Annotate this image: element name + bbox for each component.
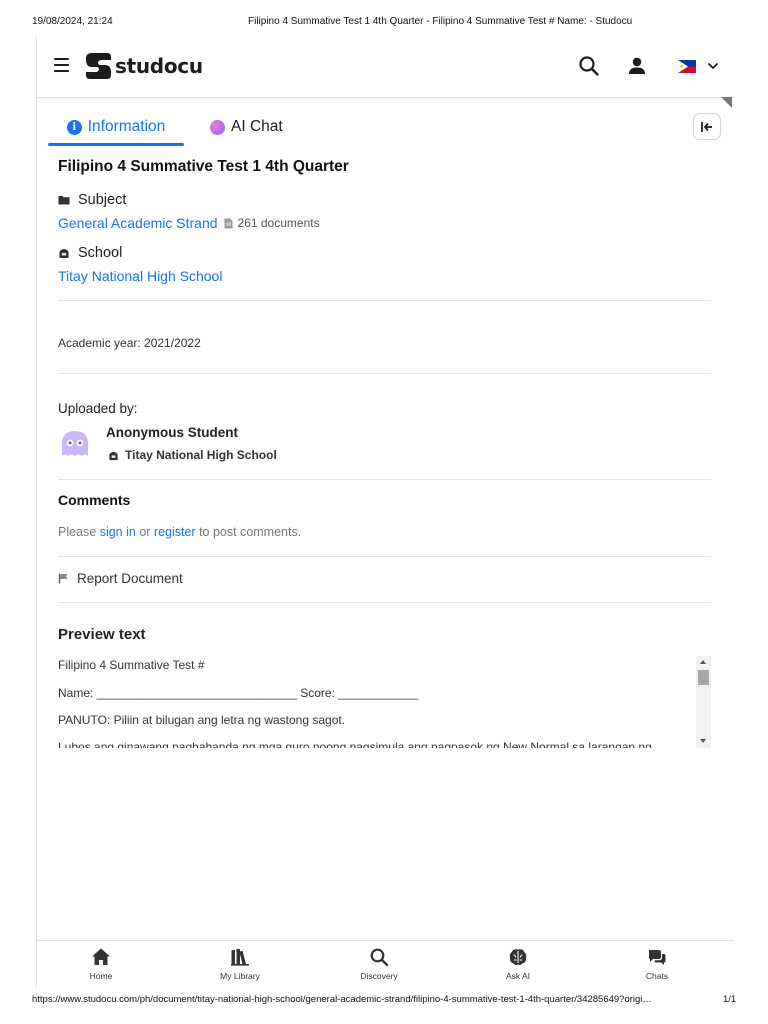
tab-ai-chat-label: AI Chat <box>231 118 283 135</box>
nav-home[interactable]: Home <box>61 947 141 987</box>
home-icon <box>92 948 110 965</box>
page-corner-fold <box>721 97 732 108</box>
top-navbar: studocu <box>37 36 734 98</box>
divider <box>58 602 711 603</box>
brain-icon <box>509 949 527 966</box>
studocu-logo[interactable]: studocu <box>85 51 203 81</box>
document-title: Filipino 4 Summative Test 1 4th Quarter <box>58 158 349 175</box>
report-document-label: Report Document <box>77 571 183 586</box>
search-icon <box>370 948 389 967</box>
preview-line: Name: ______________________________ Sco… <box>58 686 419 700</box>
nav-ask-ai-label: Ask AI <box>505 971 531 981</box>
subject-row: General Academic Strand 261 documents <box>58 215 320 231</box>
print-page-number: 1/1 <box>723 994 737 1005</box>
document-icon <box>224 218 233 228</box>
comments-heading: Comments <box>58 492 131 508</box>
nav-discovery[interactable]: Discovery <box>339 947 419 987</box>
nav-my-library[interactable]: My Library <box>200 947 280 987</box>
print-page-title: Filipino 4 Summative Test 1 4th Quarter … <box>248 16 633 27</box>
register-link[interactable]: register <box>154 525 196 539</box>
subject-label: Subject <box>78 192 127 208</box>
tab-ai-chat[interactable]: AI Chat <box>210 108 283 146</box>
studocu-logo-mark-icon <box>86 53 111 79</box>
nav-chats[interactable]: Chats <box>617 947 697 987</box>
nav-discovery-label: Discovery <box>360 971 398 981</box>
divider <box>58 479 711 480</box>
active-tab-indicator <box>48 143 184 146</box>
language-selector[interactable] <box>678 57 720 75</box>
uploader-name[interactable]: Anonymous Student <box>106 425 238 440</box>
comments-text-after: to post comments. <box>195 525 302 539</box>
subject-link[interactable]: General Academic Strand <box>58 215 218 231</box>
school-link[interactable]: Titay National High School <box>58 268 222 284</box>
subject-document-count: 261 documents <box>224 216 320 230</box>
comments-text-before: Please <box>58 525 100 539</box>
tab-information[interactable]: i Information <box>48 108 184 146</box>
search-icon[interactable] <box>578 55 600 77</box>
uploader-school-name: Titay National High School <box>125 448 277 462</box>
sign-in-link[interactable]: sign in <box>100 525 136 539</box>
user-account-icon[interactable] <box>626 55 648 77</box>
info-icon: i <box>66 119 82 135</box>
brand-name: studocu <box>115 54 203 78</box>
report-document-button[interactable]: Report Document <box>58 571 183 586</box>
preview-text-box[interactable]: Filipino 4 Summative Test # Name: ______… <box>58 656 711 748</box>
nav-chats-label: Chats <box>645 971 669 981</box>
preview-line: Filipino 4 Summative Test # <box>58 658 205 672</box>
anonymous-avatar <box>62 431 88 456</box>
collapse-left-icon <box>701 121 712 132</box>
scroll-up-arrow-icon[interactable] <box>700 660 706 664</box>
nav-home-label: Home <box>89 971 113 981</box>
subject-docs-count: 261 documents <box>237 216 320 230</box>
academic-year: Academic year: 2021/2022 <box>58 336 201 350</box>
school-label: School <box>78 245 123 261</box>
ai-chat-icon <box>210 119 225 135</box>
preview-heading: Preview text <box>58 626 146 643</box>
page-left-border <box>36 36 37 988</box>
comments-prompt: Please sign in or register to post comme… <box>58 525 301 539</box>
preview-line: Lubos ang ginawang paghahanda ng mga gur… <box>58 740 652 748</box>
print-footer: https://www.studocu.com/ph/document/tita… <box>0 994 768 1008</box>
school-icon <box>59 249 69 258</box>
uploaded-by-label: Uploaded by: <box>58 401 138 416</box>
divider <box>58 556 711 557</box>
scrollbar-thumb[interactable] <box>698 670 709 685</box>
preview-line: PANUTO: Piliin at bilugan ang letra ng w… <box>58 713 346 727</box>
divider <box>58 300 711 301</box>
collapse-panel-button[interactable] <box>693 113 721 140</box>
comments-text-or: or <box>135 525 154 539</box>
folder-icon <box>58 196 70 205</box>
divider <box>58 373 711 374</box>
chat-bubbles-icon <box>649 950 666 965</box>
subject-label-row: Subject <box>58 192 126 208</box>
tab-information-label: Information <box>87 118 166 135</box>
preview-scrollbar[interactable] <box>696 656 711 748</box>
bottom-navigation: Home My Library Discovery Ask AI Chats <box>37 940 734 988</box>
philippines-flag-icon <box>678 59 696 73</box>
school-icon <box>109 451 118 460</box>
sidebar-tabs: i Information AI Chat <box>48 108 308 146</box>
flag-icon <box>58 573 68 584</box>
school-label-row: School <box>58 245 122 261</box>
uploader-school[interactable]: Titay National High School <box>108 448 277 462</box>
nav-ask-ai[interactable]: Ask AI <box>478 947 558 987</box>
library-icon <box>231 949 249 966</box>
print-url: https://www.studocu.com/ph/document/tita… <box>32 994 652 1005</box>
print-header: 19/08/2024, 21:24 Filipino 4 Summative T… <box>0 16 768 30</box>
hamburger-menu-icon[interactable] <box>54 58 69 72</box>
nav-my-library-label: My Library <box>220 971 260 981</box>
scroll-down-arrow-icon[interactable] <box>700 739 706 743</box>
chevron-down-icon <box>708 63 718 69</box>
print-datetime: 19/08/2024, 21:24 <box>32 16 113 27</box>
